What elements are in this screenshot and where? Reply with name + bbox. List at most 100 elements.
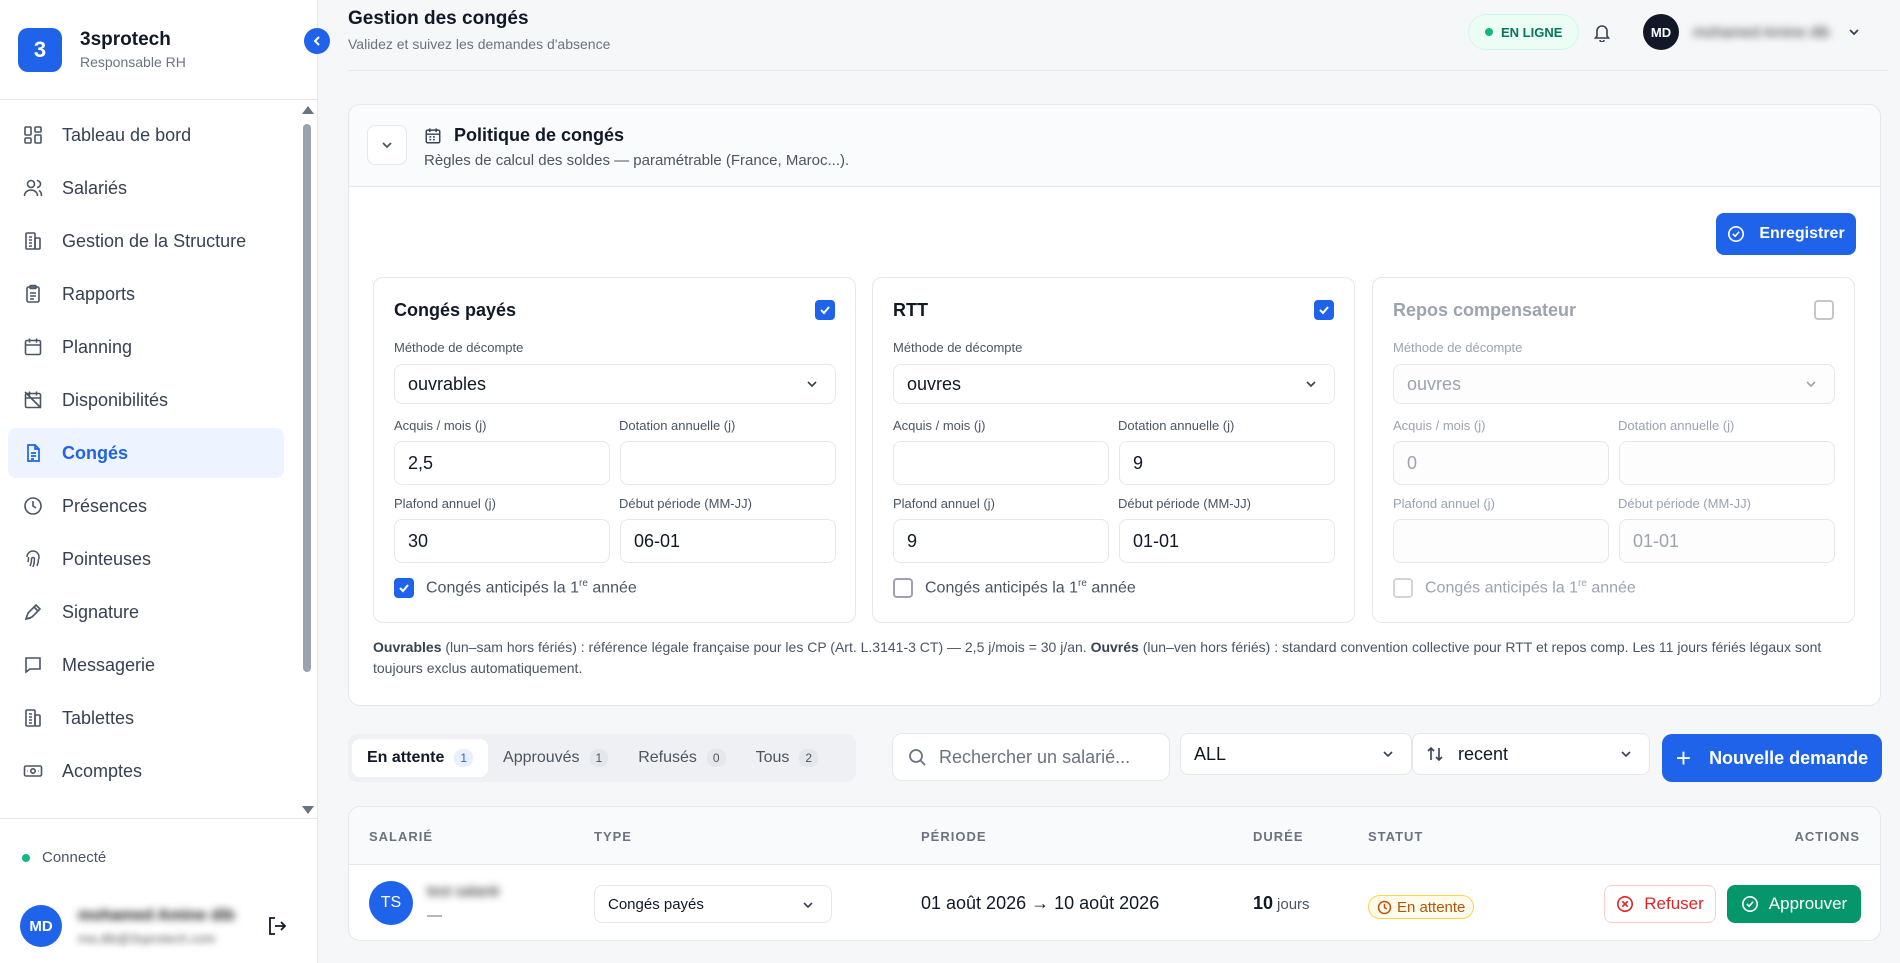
scrollbar-thumb[interactable]: [303, 124, 311, 672]
plafond-label: Plafond annuel (j): [893, 496, 995, 511]
search-input[interactable]: Rechercher un salarié...: [892, 733, 1170, 781]
sidebar-item-attendance[interactable]: Présences: [8, 481, 284, 531]
sidebar-item-time-clocks[interactable]: Pointeuses: [8, 534, 284, 584]
plafond-input[interactable]: 9: [893, 519, 1109, 563]
anticipated-label: Congés anticipés la 1re année: [1425, 578, 1636, 597]
avatar[interactable]: MD: [20, 905, 62, 947]
online-status-badge: EN LIGNE: [1468, 14, 1580, 50]
check-icon: [820, 306, 830, 315]
sidebar-item-label: Signature: [62, 601, 140, 622]
notifications-button[interactable]: [1586, 16, 1618, 48]
sidebar-item-signature[interactable]: Signature: [8, 587, 284, 637]
anticipated-checkbox: [1393, 578, 1413, 598]
column-header-status[interactable]: STATUT: [1368, 829, 1423, 844]
approve-button[interactable]: Approuver: [1727, 885, 1861, 923]
refuse-button[interactable]: Refuser: [1604, 885, 1716, 923]
column-header-employee[interactable]: SALARIÉ: [369, 829, 433, 844]
tab-all[interactable]: Tous 2: [741, 739, 833, 777]
dotation-input[interactable]: 9: [1119, 441, 1335, 485]
column-header-type[interactable]: TYPE: [594, 829, 632, 844]
debut-input[interactable]: 01-01: [1119, 519, 1335, 563]
method-select[interactable]: ouvrables: [394, 364, 836, 404]
leave-policy-header: Politique de congés Règles de calcul des…: [349, 105, 1880, 187]
anticipated-leave-option[interactable]: Congés anticipés la 1re année: [893, 578, 1136, 598]
type-filter-select[interactable]: ALL: [1180, 733, 1412, 775]
connection-status: Connecté: [22, 849, 106, 866]
tab-refused[interactable]: Refusés 0: [623, 739, 740, 777]
anticipated-checkbox[interactable]: [893, 578, 913, 598]
sort-value: recent: [1458, 743, 1509, 764]
sidebar-item-structure[interactable]: Gestion de la Structure: [8, 216, 284, 266]
acquis-input: 0: [1393, 441, 1609, 485]
sidebar-item-leaves[interactable]: Congés: [8, 428, 284, 478]
enable-checkbox[interactable]: [1814, 300, 1834, 320]
tab-approved[interactable]: Approuvés 1: [488, 739, 623, 777]
leave-requests-table: SALARIÉ TYPE PÉRIODE DURÉE STATUT ACTION…: [348, 806, 1881, 941]
method-select: ouvres: [1393, 364, 1835, 404]
column-header-period[interactable]: PÉRIODE: [921, 829, 987, 844]
sidebar-item-planning[interactable]: Planning: [8, 322, 284, 372]
acquis-label: Acquis / mois (j): [394, 418, 487, 433]
user-name: mohamed Amine dib: [78, 907, 235, 924]
enable-checkbox[interactable]: [1314, 300, 1334, 320]
chevron-down-icon: [807, 381, 817, 388]
banknote-icon: [22, 760, 44, 782]
page-title: Gestion des congés: [348, 8, 529, 29]
top-header: Gestion des congés Validez et suivez les…: [318, 0, 1900, 72]
sidebar-item-reports[interactable]: Rapports: [8, 269, 284, 319]
anticipated-leave-option[interactable]: Congés anticipés la 1re année: [394, 578, 637, 598]
acquis-label: Acquis / mois (j): [1393, 418, 1486, 433]
policy-title-text: Politique de congés: [454, 125, 625, 145]
method-select[interactable]: ouvres: [893, 364, 1335, 404]
user-menu[interactable]: MD mohamed Amine dib: [1643, 12, 1881, 52]
check-circle-icon: [1741, 895, 1759, 913]
scroll-down-arrow-icon[interactable]: [302, 806, 314, 814]
sidebar-item-dashboard[interactable]: Tableau de bord: [8, 110, 284, 160]
plafond-input[interactable]: 30: [394, 519, 610, 563]
new-request-label: Nouvelle demande: [1709, 747, 1869, 768]
user-menu-name: mohamed Amine dib: [1693, 23, 1830, 41]
sidebar-footer: Connecté MD mohamed Amine dib ma.dib@3sp…: [0, 818, 318, 963]
save-policy-button[interactable]: Enregistrer: [1716, 213, 1856, 255]
table-header: SALARIÉ TYPE PÉRIODE DURÉE STATUT ACTION…: [349, 807, 1880, 865]
debut-label: Début période (MM-JJ): [1118, 496, 1251, 511]
acquis-input[interactable]: [893, 441, 1109, 485]
sidebar-item-tablets[interactable]: Tablettes: [8, 693, 284, 743]
scroll-up-arrow-icon[interactable]: [302, 106, 314, 114]
sidebar-item-label: Disponibilités: [62, 389, 169, 410]
search-placeholder: Rechercher un salarié...: [939, 746, 1131, 767]
collapse-policy-button[interactable]: [367, 125, 407, 165]
tab-pending[interactable]: En attente 1: [352, 739, 489, 777]
sidebar-item-label: Pointeuses: [62, 548, 152, 569]
sidebar-item-advances[interactable]: Acomptes: [8, 746, 284, 796]
clipboard-icon: [22, 283, 44, 305]
count-badge: 2: [799, 749, 819, 767]
new-request-button[interactable]: + Nouvelle demande: [1662, 734, 1882, 782]
column-header-duration[interactable]: DURÉE: [1253, 829, 1304, 844]
sidebar-item-messages[interactable]: Messagerie: [8, 640, 284, 690]
leave-type-select[interactable]: Congés payés: [594, 885, 832, 923]
sidebar-item-availability[interactable]: Disponibilités: [8, 375, 284, 425]
sidebar-collapse-button[interactable]: [304, 28, 330, 54]
pen-icon: [22, 601, 44, 623]
acquis-input[interactable]: 2,5: [394, 441, 610, 485]
dotation-label: Dotation annuelle (j): [1118, 418, 1235, 433]
dotation-input: [1619, 441, 1835, 485]
sidebar-scrollbar[interactable]: [300, 104, 314, 816]
sidebar-item-label: Tableau de bord: [62, 124, 192, 145]
enable-checkbox[interactable]: [815, 300, 835, 320]
clock-icon: [1377, 900, 1392, 915]
anticipated-checkbox[interactable]: [394, 578, 414, 598]
dotation-input[interactable]: [620, 441, 836, 485]
method-value: ouvrables: [408, 373, 487, 394]
plafond-label: Plafond annuel (j): [394, 496, 496, 511]
logout-icon[interactable]: [266, 915, 288, 937]
calendar-icon: [22, 336, 44, 358]
sidebar-item-label: Présences: [62, 495, 148, 516]
acquis-label: Acquis / mois (j): [893, 418, 986, 433]
sidebar-item-label: Gestion de la Structure: [62, 230, 247, 251]
sort-select[interactable]: recent: [1412, 733, 1650, 775]
policy-title: Politique de congés: [424, 125, 849, 146]
sidebar-item-employees[interactable]: Salariés: [8, 163, 284, 213]
debut-input[interactable]: 06-01: [620, 519, 836, 563]
